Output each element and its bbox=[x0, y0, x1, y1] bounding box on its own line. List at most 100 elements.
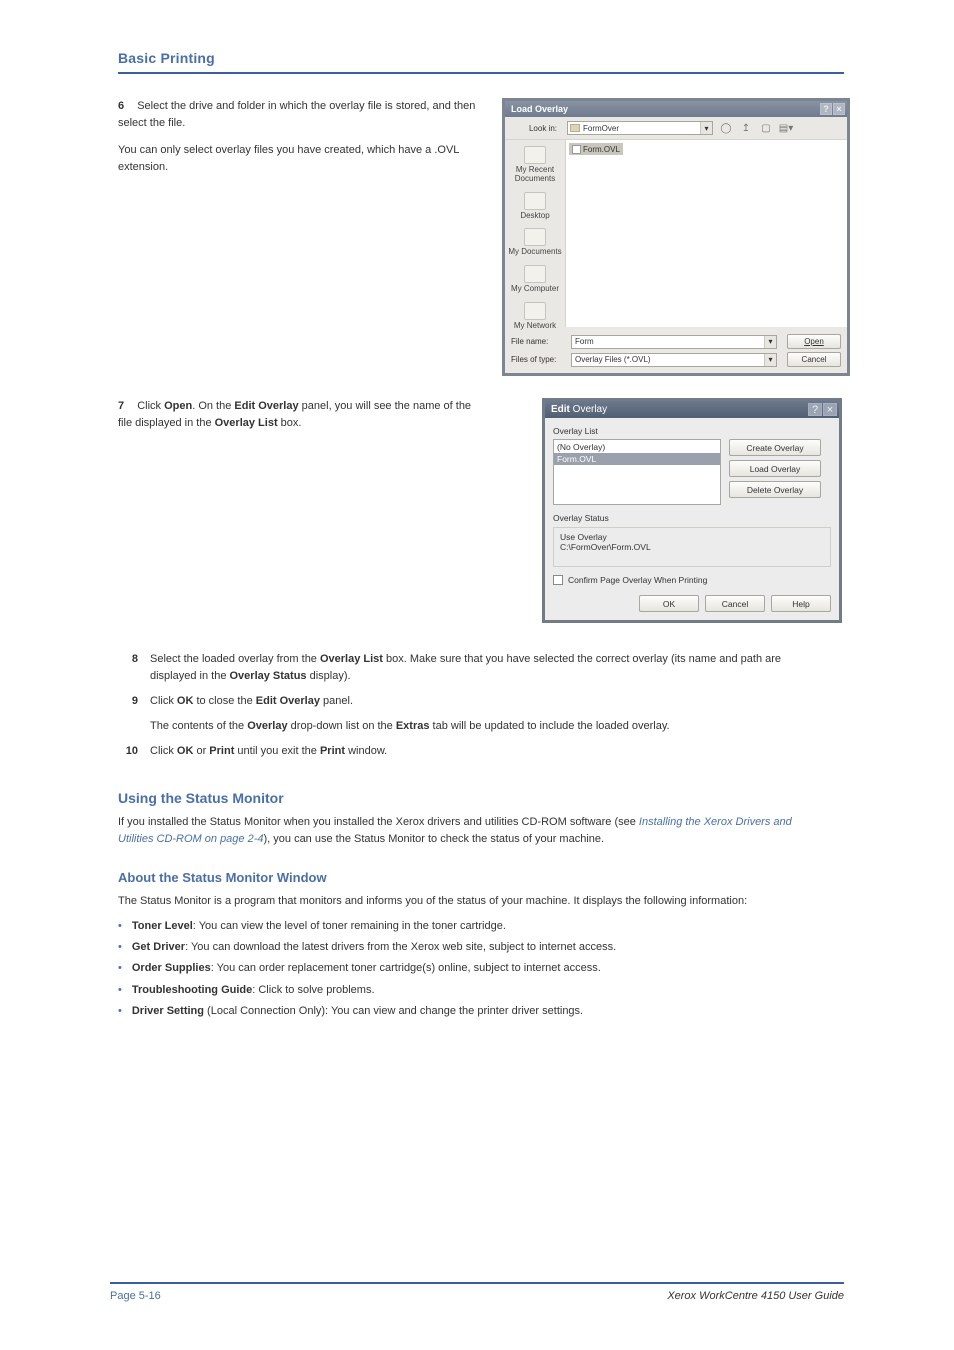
bullet-icon: • bbox=[118, 939, 122, 956]
lookin-row: Look in: FormOver ▾ ◯ ↥ ▢ ▤▾ bbox=[505, 117, 847, 139]
s10-b: or bbox=[193, 745, 209, 757]
b4-label: Driver Setting bbox=[132, 1005, 204, 1017]
step-6-line2: You can only select overlay files you ha… bbox=[118, 142, 478, 176]
help-button-dlg2[interactable]: Help bbox=[771, 595, 831, 612]
b1-text: : You can download the latest drivers fr… bbox=[185, 941, 616, 953]
bullet-icon: • bbox=[118, 960, 122, 977]
s9-a: Click bbox=[150, 695, 177, 707]
step-8-number: 8 bbox=[118, 651, 138, 685]
overlay-listbox[interactable]: (No Overlay) Form.OVL bbox=[553, 439, 721, 505]
desktop-icon bbox=[524, 192, 546, 210]
delete-overlay-button[interactable]: Delete Overlay bbox=[729, 481, 821, 498]
edit-overlay-dialog: Edit Overlay ? × Overlay List (No Overla… bbox=[542, 398, 842, 623]
dialog2-title-rest: Overlay bbox=[570, 404, 607, 415]
checkbox-icon[interactable] bbox=[553, 575, 563, 585]
filename-label: File name: bbox=[511, 337, 561, 346]
s9-b: to close the bbox=[193, 695, 255, 707]
confirm-checkbox-row[interactable]: Confirm Page Overlay When Printing bbox=[553, 575, 831, 585]
step-7-panel: Edit Overlay bbox=[234, 400, 298, 412]
s10-dlg: Print bbox=[320, 745, 345, 757]
computer-icon bbox=[524, 265, 546, 283]
load-overlay-button[interactable]: Load Overlay bbox=[729, 460, 821, 477]
filetype-field[interactable]: Overlay Files (*.OVL) ▾ bbox=[571, 353, 777, 367]
header-rule bbox=[118, 72, 844, 74]
s10-btn1: OK bbox=[177, 745, 194, 757]
step-10-number: 10 bbox=[118, 743, 138, 760]
load-overlay-dialog: Load Overlay ? × Look in: FormOver ▾ ◯ ↥ bbox=[502, 98, 850, 376]
newfolder-icon[interactable]: ▢ bbox=[759, 121, 773, 135]
s9-label1: Overlay bbox=[247, 720, 287, 732]
lookin-label: Look in: bbox=[511, 124, 561, 133]
overlay-status-label: Overlay Status bbox=[553, 513, 831, 523]
list-item-no-overlay[interactable]: (No Overlay) bbox=[554, 441, 720, 453]
confirm-checkbox-label: Confirm Page Overlay When Printing bbox=[568, 575, 707, 585]
b2-label: Order Supplies bbox=[132, 962, 211, 974]
page-footer: Page 5-16 Xerox WorkCentre 4150 User Gui… bbox=[110, 1282, 844, 1302]
info-list: • Toner Level: You can view the level of… bbox=[118, 918, 844, 1019]
filename-chevron-icon[interactable]: ▾ bbox=[764, 336, 776, 348]
section-heading: Using the Status Monitor bbox=[118, 790, 844, 806]
bullet-icon: • bbox=[118, 1003, 122, 1020]
places-bar: My Recent Documents Desktop My Documents bbox=[505, 140, 565, 327]
place-mydocs[interactable]: My Documents bbox=[508, 228, 561, 257]
s9-c: panel. bbox=[320, 695, 353, 707]
s10-btn2: Print bbox=[209, 745, 234, 757]
s9-pa: The contents of the bbox=[150, 720, 247, 732]
list-item: • Get Driver: You can download the lates… bbox=[118, 939, 798, 956]
chevron-down-icon[interactable]: ▾ bbox=[700, 122, 712, 134]
s10-d: window. bbox=[345, 745, 387, 757]
s9-btn: OK bbox=[177, 695, 194, 707]
step-7-d: box. bbox=[278, 417, 302, 429]
step-10: 10 Click OK or Print until you exit the … bbox=[118, 743, 798, 760]
cancel-button-2[interactable]: Cancel bbox=[705, 595, 765, 612]
s9-tab: Extras bbox=[396, 720, 430, 732]
intro-a: If you installed the Status Monitor when… bbox=[118, 816, 639, 828]
lookin-combo[interactable]: FormOver ▾ bbox=[567, 121, 713, 135]
place-mydocs-label: My Documents bbox=[508, 248, 561, 257]
b3-text: : Click to solve problems. bbox=[252, 984, 374, 996]
cancel-button[interactable]: Cancel bbox=[787, 352, 841, 367]
step-7-text: 7 Click Open. On the Edit Overlay panel,… bbox=[118, 398, 478, 432]
footer-left: Page 5-16 bbox=[110, 1290, 161, 1302]
lookin-value: FormOver bbox=[583, 124, 619, 133]
list-item: • Toner Level: You can view the level of… bbox=[118, 918, 798, 935]
s9-pc: tab will be updated to include the loade… bbox=[429, 720, 669, 732]
up-icon[interactable]: ↥ bbox=[739, 121, 753, 135]
step-7-number: 7 bbox=[118, 400, 124, 412]
place-mycomputer-label: My Computer bbox=[511, 285, 559, 294]
place-desktop[interactable]: Desktop bbox=[520, 192, 549, 221]
file-item[interactable]: Form.OVL bbox=[569, 143, 623, 155]
s10-c: until you exit the bbox=[234, 745, 320, 757]
place-network[interactable]: My Network bbox=[514, 302, 556, 331]
help-button-2[interactable]: ? bbox=[808, 403, 822, 416]
list-item-form[interactable]: Form.OVL bbox=[554, 453, 720, 465]
steps-container: 6 Select the drive and folder in which t… bbox=[118, 98, 844, 623]
open-button[interactable]: Open bbox=[787, 334, 841, 349]
place-mycomputer[interactable]: My Computer bbox=[511, 265, 559, 294]
place-recent[interactable]: My Recent Documents bbox=[505, 146, 565, 184]
place-desktop-label: Desktop bbox=[520, 212, 549, 221]
subsection-intro: The Status Monitor is a program that mon… bbox=[118, 893, 798, 910]
filetype-chevron-icon[interactable]: ▾ bbox=[764, 354, 776, 366]
list-item: • Driver Setting (Local Connection Only)… bbox=[118, 1003, 798, 1020]
sub-intro-text: The Status Monitor is a program that mon… bbox=[118, 893, 798, 910]
step-7-figure: Edit Overlay ? × Overlay List (No Overla… bbox=[502, 398, 844, 623]
close-button[interactable]: × bbox=[833, 103, 845, 115]
create-overlay-button[interactable]: Create Overlay bbox=[729, 439, 821, 456]
step-7-b: . On the bbox=[192, 400, 234, 412]
file-list-area[interactable]: Form.OVL bbox=[565, 140, 847, 327]
back-icon[interactable]: ◯ bbox=[719, 121, 733, 135]
s10-a: Click bbox=[150, 745, 177, 757]
overlay-status-box: Use Overlay C:\FormOver\Form.OVL bbox=[553, 527, 831, 567]
help-button[interactable]: ? bbox=[820, 103, 832, 115]
views-icon[interactable]: ▤▾ bbox=[779, 121, 793, 135]
ok-button[interactable]: OK bbox=[639, 595, 699, 612]
s8-list: Overlay List bbox=[320, 653, 383, 665]
step-6-row: 6 Select the drive and folder in which t… bbox=[118, 98, 844, 376]
b0-text: : You can view the level of toner remain… bbox=[193, 920, 506, 932]
b0-label: Toner Level bbox=[132, 920, 193, 932]
close-button-2[interactable]: × bbox=[823, 403, 837, 416]
filename-field[interactable]: Form ▾ bbox=[571, 335, 777, 349]
place-recent-label: My Recent Documents bbox=[505, 166, 565, 184]
dialog-titlebar: Load Overlay ? × bbox=[505, 101, 847, 117]
